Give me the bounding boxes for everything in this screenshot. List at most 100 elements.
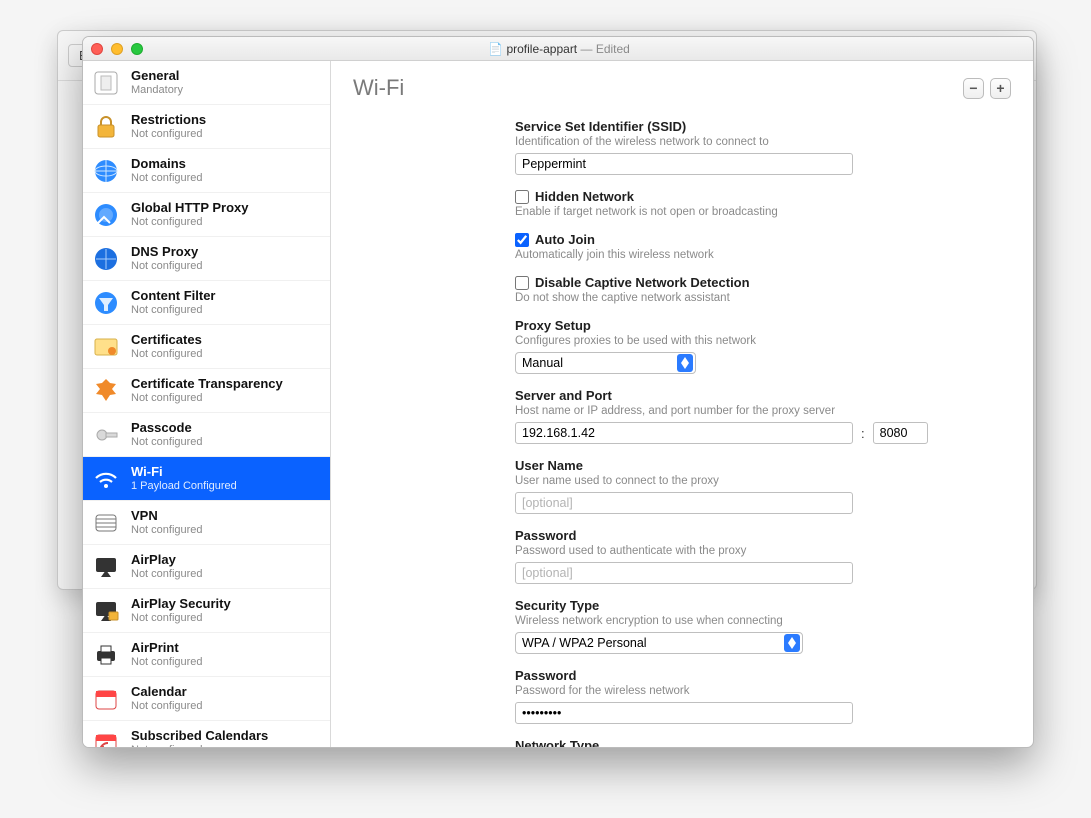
sidebar-item-domains[interactable]: DomainsNot configured — [83, 149, 330, 193]
sidebar-item-wifi[interactable]: Wi-Fi1 Payload Configured — [83, 457, 330, 501]
sidebar-item-sub: Not configured — [131, 304, 216, 318]
security-value: WPA / WPA2 Personal — [522, 636, 647, 650]
add-payload-button[interactable]: + — [990, 78, 1011, 99]
proxy-pass-desc: Password used to authenticate with the p… — [515, 545, 1011, 557]
sidebar-item-label: Global HTTP Proxy — [131, 200, 249, 216]
hidden-desc: Enable if target network is not open or … — [515, 206, 1011, 218]
calendar-rss-icon — [91, 728, 121, 748]
proxy-pass-label: Password — [515, 528, 1011, 543]
server-desc: Host name or IP address, and port number… — [515, 405, 1011, 417]
sidebar-item-label: Passcode — [131, 420, 203, 436]
sidebar-item-label: Restrictions — [131, 112, 206, 128]
captive-desc: Do not show the captive network assistan… — [515, 292, 1011, 304]
sidebar-item-sub: 1 Payload Configured — [131, 480, 237, 494]
sidebar-item-passcode[interactable]: PasscodeNot configured — [83, 413, 330, 457]
sidebar-item-sub: Not configured — [131, 524, 203, 538]
sidebar-item-label: Subscribed Calendars — [131, 728, 268, 744]
proxy-user-label: User Name — [515, 458, 1011, 473]
sidebar-item-http-proxy[interactable]: Global HTTP ProxyNot configured — [83, 193, 330, 237]
sidebar-item-dns-proxy[interactable]: DNS ProxyNot configured — [83, 237, 330, 281]
server-port-separator: : — [861, 426, 865, 441]
sidebar-item-sub: Not configured — [131, 568, 203, 582]
close-icon[interactable] — [91, 43, 103, 55]
sidebar-item-sub: Not configured — [131, 216, 249, 230]
sidebar-item-sub: Not configured — [131, 172, 203, 186]
minimize-icon[interactable] — [111, 43, 123, 55]
sidebar-item-label: Calendar — [131, 684, 203, 700]
sidebar-item-airplay-security[interactable]: AirPlay SecurityNot configured — [83, 589, 330, 633]
server-host-input[interactable] — [515, 422, 853, 444]
sidebar: GeneralMandatory RestrictionsNot configu… — [83, 61, 331, 747]
sidebar-item-vpn[interactable]: VPNNot configured — [83, 501, 330, 545]
proxy-user-input[interactable] — [515, 492, 853, 514]
autojoin-label: Auto Join — [535, 232, 595, 247]
netpass-input[interactable] — [515, 702, 853, 724]
ssid-desc: Identification of the wireless network t… — [515, 136, 1011, 148]
sidebar-item-label: Certificates — [131, 332, 203, 348]
main-panel: Wi-Fi − + Service Set Identifier (SSID) … — [331, 61, 1033, 747]
proxy-label: Proxy Setup — [515, 318, 1011, 333]
stepper-arrows-icon — [784, 634, 800, 652]
sidebar-item-general[interactable]: GeneralMandatory — [83, 61, 330, 105]
zoom-icon[interactable] — [131, 43, 143, 55]
vpn-icon — [91, 508, 121, 538]
general-icon — [91, 68, 121, 98]
captive-label: Disable Captive Network Detection — [535, 275, 750, 290]
proxy-user-desc: User name used to connect to the proxy — [515, 475, 1011, 487]
sidebar-item-label: AirPrint — [131, 640, 203, 656]
sidebar-item-label: DNS Proxy — [131, 244, 203, 260]
remove-payload-button[interactable]: − — [963, 78, 984, 99]
sidebar-item-subscribed-calendars[interactable]: Subscribed CalendarsNot configured — [83, 721, 330, 747]
globe-filter-icon — [91, 288, 121, 318]
sidebar-item-airplay[interactable]: AirPlayNot configured — [83, 545, 330, 589]
globe-icon — [91, 156, 121, 186]
page-title: Wi-Fi — [353, 75, 404, 101]
autojoin-checkbox[interactable] — [515, 233, 529, 247]
sidebar-item-label: General — [131, 68, 183, 84]
security-label: Security Type — [515, 598, 1011, 613]
sidebar-item-sub: Not configured — [131, 744, 268, 747]
sidebar-item-label: Certificate Transparency — [131, 376, 283, 392]
proxy-pass-input[interactable] — [515, 562, 853, 584]
server-label: Server and Port — [515, 388, 1011, 403]
window-title: 📄 profile-appart — Edited — [153, 42, 965, 56]
ssid-label: Service Set Identifier (SSID) — [515, 119, 1011, 134]
sidebar-item-calendar[interactable]: CalendarNot configured — [83, 677, 330, 721]
seal-icon — [91, 376, 121, 406]
titlebar: 📄 profile-appart — Edited — [83, 37, 1033, 61]
sidebar-item-label: Content Filter — [131, 288, 216, 304]
security-select[interactable]: WPA / WPA2 Personal — [515, 632, 803, 654]
sidebar-item-label: Wi-Fi — [131, 464, 237, 480]
sidebar-item-label: VPN — [131, 508, 203, 524]
airplay-lock-icon — [91, 596, 121, 626]
sidebar-item-restrictions[interactable]: RestrictionsNot configured — [83, 105, 330, 149]
sidebar-item-sub: Not configured — [131, 128, 206, 142]
sidebar-item-label: AirPlay — [131, 552, 203, 568]
sidebar-item-sub: Not configured — [131, 392, 283, 406]
profile-window: 📄 profile-appart — Edited GeneralMandato… — [82, 36, 1034, 748]
proxy-select[interactable]: Manual — [515, 352, 696, 374]
captive-checkbox[interactable] — [515, 276, 529, 290]
calendar-icon — [91, 684, 121, 714]
hidden-checkbox[interactable] — [515, 190, 529, 204]
sidebar-item-airprint[interactable]: AirPrintNot configured — [83, 633, 330, 677]
ssid-input[interactable] — [515, 153, 853, 175]
hidden-label: Hidden Network — [535, 189, 634, 204]
server-port-input[interactable] — [873, 422, 928, 444]
proxy-value: Manual — [522, 356, 563, 370]
airplay-icon — [91, 552, 121, 582]
netpass-label: Password — [515, 668, 1011, 683]
globe-dns-icon — [91, 244, 121, 274]
sidebar-item-cert-transparency[interactable]: Certificate TransparencyNot configured — [83, 369, 330, 413]
sidebar-item-sub: Not configured — [131, 348, 203, 362]
key-icon — [91, 420, 121, 450]
proxy-desc: Configures proxies to be used with this … — [515, 335, 1011, 347]
sidebar-item-content-filter[interactable]: Content FilterNot configured — [83, 281, 330, 325]
sidebar-item-sub: Not configured — [131, 436, 203, 450]
netpass-desc: Password for the wireless network — [515, 685, 1011, 697]
sidebar-item-sub: Not configured — [131, 656, 203, 670]
wifi-icon — [91, 464, 121, 494]
security-desc: Wireless network encryption to use when … — [515, 615, 1011, 627]
nettype-label: Network Type — [515, 738, 1011, 747]
sidebar-item-certificates[interactable]: CertificatesNot configured — [83, 325, 330, 369]
